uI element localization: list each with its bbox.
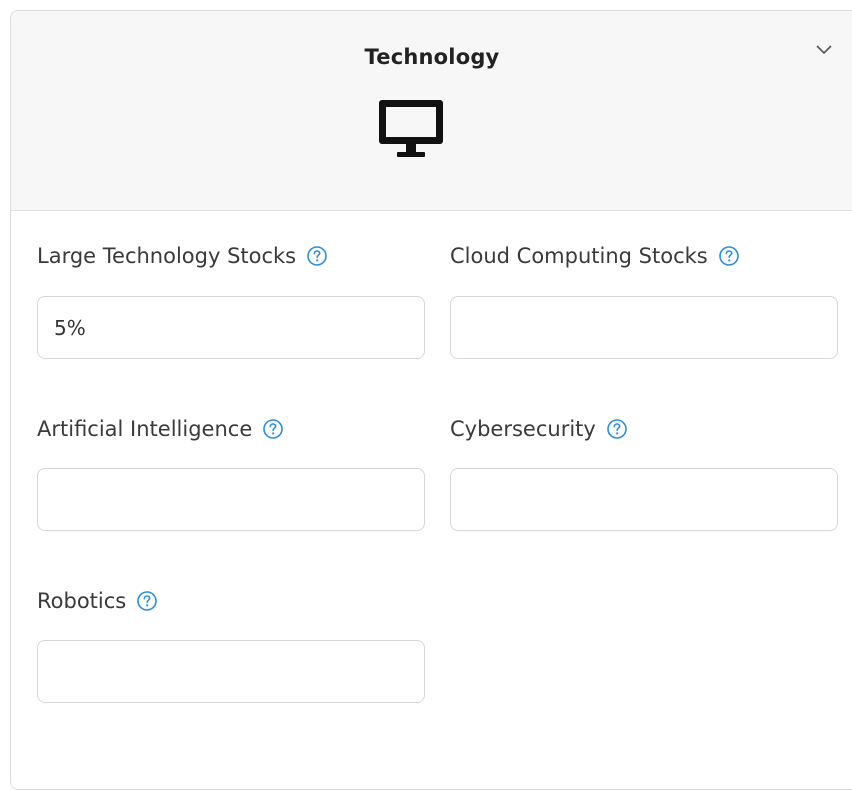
robotics-input[interactable] [37, 640, 425, 703]
help-icon[interactable] [262, 418, 284, 440]
section-title: Technology [364, 45, 500, 69]
help-icon[interactable] [306, 245, 328, 267]
field-label-text: Robotics [37, 589, 127, 613]
help-icon[interactable] [606, 418, 628, 440]
help-icon[interactable] [136, 590, 158, 612]
large-technology-stocks-input[interactable] [37, 296, 425, 359]
field-label-text: Artificial Intelligence [37, 417, 253, 441]
field-label-cybersecurity: Cybersecurity [450, 417, 628, 441]
technology-card: Technology Large Technology Stocks Cloud… [10, 10, 852, 790]
artificial-intelligence-input[interactable] [37, 468, 425, 531]
chevron-down-icon[interactable] [813, 39, 835, 61]
field-label-large-technology-stocks: Large Technology Stocks [37, 244, 328, 268]
desktop-monitor-icon [379, 100, 443, 157]
field-label-cloud-computing-stocks: Cloud Computing Stocks [450, 244, 740, 268]
cybersecurity-input[interactable] [450, 468, 838, 531]
field-label-text: Large Technology Stocks [37, 244, 297, 268]
field-label-text: Cybersecurity [450, 417, 596, 441]
help-icon[interactable] [718, 245, 740, 267]
field-label-text: Cloud Computing Stocks [450, 244, 708, 268]
field-label-robotics: Robotics [37, 589, 158, 613]
field-label-artificial-intelligence: Artificial Intelligence [37, 417, 284, 441]
card-header[interactable]: Technology [11, 11, 852, 211]
cloud-computing-stocks-input[interactable] [450, 296, 838, 359]
